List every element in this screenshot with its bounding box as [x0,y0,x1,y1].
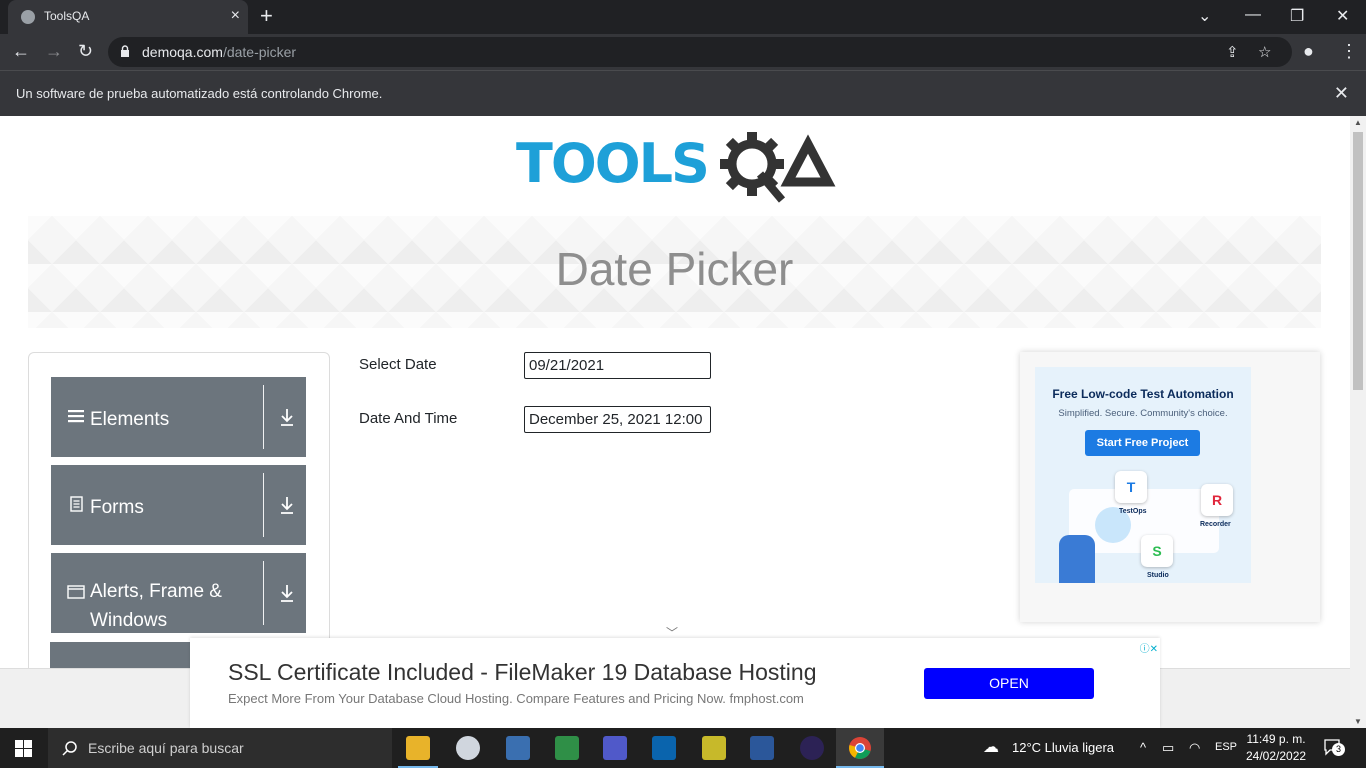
recorder-icon: R [1201,484,1233,516]
select-date-label: Select Date [359,356,437,373]
date-and-time-label: Date And Time [359,410,458,427]
page-content: TOOLS Date Picker Elements Forms Alerts,… [0,116,1350,728]
url-text: demoqa.com/date-picker [142,44,297,60]
teams-icon[interactable] [603,736,627,760]
snipping-tool-icon[interactable] [456,736,480,760]
ad-title: Free Low-code Test Automation [1052,387,1234,401]
page-scrollbar[interactable]: ▲ ▼ [1350,116,1366,728]
scroll-down-icon[interactable]: ▼ [1354,717,1362,726]
page-banner: Date Picker [28,216,1321,328]
profile-icon[interactable]: ● [1303,41,1314,61]
globe-icon [21,10,35,24]
browser-toolbar: ← → ↻ demoqa.com/date-picker ⇪ ☆ ● ⋮ [0,34,1366,70]
bottom-advertisement[interactable]: SSL Certificate Included - FileMaker 19 … [190,638,1160,728]
windows-start-icon[interactable] [15,740,32,757]
svg-text:TOOLS: TOOLS [516,132,708,195]
automation-infobar: Un software de prueba automatizado está … [0,70,1366,117]
close-window-icon[interactable]: ✕ [1336,6,1349,26]
tab-strip: ToolsQA × + ⌄ — ❐ ✕ [0,0,1366,34]
window-icon [67,585,85,599]
share-icon[interactable]: ⇪ [1226,43,1239,61]
windows-taskbar: Escribe aquí para buscar ☁ 12°C Lluvia l… [0,728,1366,768]
chrome-taskbar-button[interactable] [836,728,884,768]
start-free-project-button[interactable]: Start Free Project [1085,430,1200,456]
weather-text[interactable]: 12°C Lluvia ligera [1012,740,1114,755]
media-player-icon[interactable] [555,736,579,760]
scroll-thumb[interactable] [1353,132,1363,390]
sidebar-group-label: Elements [90,409,170,430]
form-icon [70,496,83,512]
language-indicator[interactable]: ESP [1215,741,1237,753]
menu-icon[interactable]: ⋮ [1340,41,1358,61]
ad-app-label: TestOps [1119,508,1147,515]
restore-icon[interactable]: ❐ [1290,6,1304,26]
download-arrow-icon [281,497,293,514]
toolsqa-logo[interactable]: TOOLS [516,130,838,206]
tab-search-icon[interactable]: ⌄ [1198,6,1211,26]
wifi-icon[interactable]: ◠ [1189,740,1200,756]
sidebar-group-label: Alerts, Frame & Windows [90,581,222,631]
close-infobar-icon[interactable]: ✕ [1334,83,1349,104]
show-hidden-icons-icon[interactable]: ^ [1140,740,1146,755]
ad-subtitle: Simplified. Secure. Community's choice. [1058,408,1228,419]
divider [263,473,264,537]
hamburger-icon [68,410,84,423]
bookmark-star-icon[interactable]: ☆ [1258,43,1271,61]
back-icon[interactable]: ← [12,41,30,61]
search-icon [62,741,77,756]
side-advertisement[interactable]: Free Low-code Test Automation Simplified… [1020,352,1320,622]
adchoices-icon[interactable]: ⓘ✕ [1140,640,1158,655]
new-tab-button[interactable]: + [260,4,273,28]
eclipse-icon[interactable] [800,736,824,760]
word-icon[interactable] [750,736,774,760]
ad-app-label: Recorder [1200,521,1231,528]
chrome-icon [849,737,871,759]
sidebar-group-alerts[interactable]: Alerts, Frame & Windows [51,553,306,633]
ad-open-button[interactable]: OPEN [924,668,1094,699]
reload-icon[interactable]: ↻ [78,41,93,61]
taskbar-search-box[interactable]: Escribe aquí para buscar [48,728,392,768]
weather-cloud-icon[interactable]: ☁ [983,737,999,757]
outlook-icon[interactable] [652,736,676,760]
browser-tab[interactable]: ToolsQA × [8,0,248,34]
download-arrow-icon [281,585,293,602]
ad-creative: Free Low-code Test Automation Simplified… [1035,367,1251,583]
battery-icon[interactable]: ▭ [1162,740,1174,756]
notification-count: 3 [1332,743,1345,756]
date-and-time-input[interactable] [524,406,711,433]
infobar-message: Un software de prueba automatizado está … [16,86,383,101]
lock-icon [121,45,129,57]
scroll-up-icon[interactable]: ▲ [1354,118,1362,127]
sidebar-group-elements[interactable]: Elements [51,377,306,457]
tab-title: ToolsQA [44,9,90,23]
ad-app-label: Studio [1147,572,1169,579]
download-arrow-icon [281,409,293,426]
select-date-input[interactable] [524,352,711,379]
divider [263,385,264,449]
clock-time: 11:49 p. m. [1246,732,1306,746]
robot-arm-graphic [1059,535,1095,583]
sidebar-group-label: Forms [90,497,144,518]
search-placeholder: Escribe aquí para buscar [88,740,244,756]
xmind-icon[interactable] [702,736,726,760]
ad-headline[interactable]: SSL Certificate Included - FileMaker 19 … [228,659,817,686]
studio-icon: S [1141,535,1173,567]
forward-icon[interactable]: → [45,41,63,61]
testops-icon: T [1115,471,1147,503]
minimize-icon[interactable]: — [1245,6,1261,24]
page-title: Date Picker [555,243,794,295]
notification-center-icon[interactable]: 3 [1323,738,1345,756]
ad-subline: Expect More From Your Database Cloud Hos… [228,691,804,706]
clock[interactable]: 11:49 p. m. 24/02/2022 [1246,731,1306,765]
clock-date: 24/02/2022 [1246,749,1307,763]
sidebar-group-forms[interactable]: Forms [51,465,306,545]
remote-desktop-icon[interactable] [506,736,530,760]
close-tab-icon[interactable]: × [231,7,240,25]
divider [263,561,264,625]
address-bar[interactable]: demoqa.com/date-picker ⇪ ☆ [108,37,1292,67]
file-explorer-icon[interactable] [406,736,430,760]
